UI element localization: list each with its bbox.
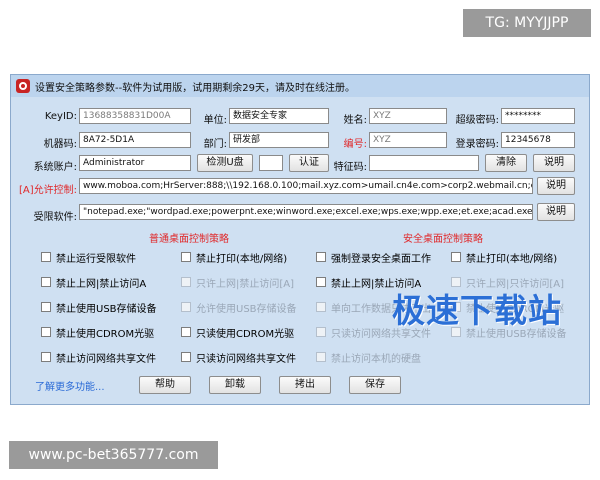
- download-site-logo: 极速下载站: [392, 291, 562, 330]
- normal-right-checkbox-1[interactable]: 禁止打印(本地/网络): [181, 250, 288, 265]
- normal-right-checkbox-4[interactable]: 只读使用CDROM光驱: [181, 325, 295, 340]
- normal-left-checkbox-1[interactable]: 禁止运行受限软件: [41, 250, 136, 265]
- help-button-feature[interactable]: 说明: [533, 154, 575, 172]
- dept-field[interactable]: 研发部: [229, 132, 329, 148]
- name-field[interactable]: XYZ: [369, 108, 447, 124]
- tg-watermark: TG: MYYJJPP: [463, 9, 591, 37]
- allow-control-field[interactable]: www.moboa.com;HrServer:888;\\192.168.0.1…: [79, 178, 533, 194]
- checkbox-label: 禁止打印(本地/网络): [196, 253, 288, 265]
- checkbox-box[interactable]: [41, 352, 51, 362]
- window-title: 设置安全策略参数--软件为试用版，试用期剩余29天，请及时在线注册。: [35, 83, 355, 94]
- system-account-label: 系统账户:: [33, 162, 77, 173]
- keyid-field[interactable]: 13688358831D00A: [79, 108, 191, 124]
- checkbox-label: 禁止打印(本地/网络): [466, 253, 558, 265]
- uninstall-button[interactable]: 卸载: [209, 376, 261, 394]
- normal-left-checkbox-4[interactable]: 禁止使用CDROM光驱: [41, 325, 155, 340]
- title-bar: 设置安全策略参数--软件为试用版，试用期剩余29天，请及时在线注册。: [11, 75, 589, 97]
- allow-control-label: [A]允许控制:: [18, 185, 77, 196]
- checkbox-label: 禁止访问网络共享文件: [56, 353, 156, 365]
- checkbox-box[interactable]: [451, 252, 461, 262]
- checkbox-box[interactable]: [316, 302, 326, 312]
- normal-left-checkbox-2[interactable]: 禁止上网|禁止访问A: [41, 275, 147, 290]
- checkbox-label: 禁止访问本机的硬盘: [331, 353, 421, 365]
- checkbox-label: 禁止上网|禁止访问A: [56, 278, 147, 290]
- shield-icon: [16, 79, 30, 93]
- checkbox-box[interactable]: [41, 277, 51, 287]
- login-password-label: 登录密码:: [455, 139, 499, 150]
- site-watermark: www.pc-bet365777.com: [9, 441, 218, 469]
- login-password-field[interactable]: 12345678: [501, 132, 575, 148]
- super-password-label: 超级密码:: [455, 115, 499, 126]
- super-password-field[interactable]: ********: [501, 108, 575, 124]
- limited-software-field[interactable]: "notepad.exe;"wordpad.exe;powerpnt.exe;w…: [79, 204, 533, 220]
- checkbox-label: 禁止使用USB存储设备: [56, 303, 157, 315]
- normal-policy-title: 普通桌面控制策略: [149, 234, 229, 245]
- checkbox-box[interactable]: [316, 277, 326, 287]
- normal-right-checkbox-5[interactable]: 只读访问网络共享文件: [181, 350, 296, 365]
- feature-code-label: 特征码:: [333, 162, 367, 173]
- number-label: 编号:: [343, 139, 367, 150]
- logout-button[interactable]: 拷出: [279, 376, 331, 394]
- keyid-label: KeyID:: [44, 111, 77, 122]
- save-button[interactable]: 保存: [349, 376, 401, 394]
- unit-field[interactable]: 数据安全专家: [229, 108, 329, 124]
- detect-usb-button[interactable]: 检测U盘: [197, 154, 253, 172]
- machine-code-label: 机器码:: [43, 139, 77, 150]
- checkbox-box[interactable]: [181, 252, 191, 262]
- checkbox-label: 禁止运行受限软件: [56, 253, 136, 265]
- checkbox-box[interactable]: [181, 352, 191, 362]
- secure-left-checkbox-5[interactable]: 禁止访问本机的硬盘: [316, 350, 421, 365]
- checkbox-label: 允许使用USB存储设备: [196, 303, 297, 315]
- checkbox-label: 禁止使用CDROM光驱: [56, 328, 155, 340]
- secure-left-checkbox-1[interactable]: 强制登录安全桌面工作: [316, 250, 431, 265]
- security-policy-dialog: 设置安全策略参数--软件为试用版，试用期剩余29天，请及时在线注册。 KeyID…: [10, 74, 590, 405]
- help-button-limited[interactable]: 说明: [537, 203, 575, 221]
- checkbox-label: 只许上网|禁止访问[A]: [196, 278, 295, 290]
- clear-button[interactable]: 清除: [485, 154, 527, 172]
- checkbox-box[interactable]: [181, 302, 191, 312]
- checkbox-box[interactable]: [41, 252, 51, 262]
- learn-more-link[interactable]: 了解更多功能...: [35, 378, 105, 393]
- unit-label: 单位:: [203, 115, 227, 126]
- checkbox-box[interactable]: [316, 252, 326, 262]
- help-button[interactable]: 帮助: [139, 376, 191, 394]
- checkbox-box[interactable]: [41, 302, 51, 312]
- usb-code-field[interactable]: [259, 155, 283, 171]
- auth-button[interactable]: 认证: [289, 154, 329, 172]
- dept-label: 部门:: [203, 139, 227, 150]
- normal-left-checkbox-3[interactable]: 禁止使用USB存储设备: [41, 300, 157, 315]
- feature-code-field[interactable]: [369, 155, 479, 171]
- normal-right-checkbox-2[interactable]: 只许上网|禁止访问[A]: [181, 275, 295, 290]
- checkbox-box[interactable]: [41, 327, 51, 337]
- checkbox-box[interactable]: [181, 277, 191, 287]
- machine-code-field[interactable]: 8A72-5D1A: [79, 132, 191, 148]
- help-button-allow[interactable]: 说明: [537, 177, 575, 195]
- checkbox-box[interactable]: [316, 352, 326, 362]
- checkbox-box[interactable]: [316, 327, 326, 337]
- normal-right-checkbox-3[interactable]: 允许使用USB存储设备: [181, 300, 297, 315]
- secure-policy-title: 安全桌面控制策略: [403, 234, 483, 245]
- number-field[interactable]: XYZ: [369, 132, 447, 148]
- checkbox-label: 只读访问网络共享文件: [196, 353, 296, 365]
- name-label: 姓名:: [343, 115, 367, 126]
- secure-right-checkbox-1[interactable]: 禁止打印(本地/网络): [451, 250, 558, 265]
- system-account-field[interactable]: Administrator: [79, 155, 191, 171]
- checkbox-label: 只读使用CDROM光驱: [196, 328, 295, 340]
- checkbox-box[interactable]: [181, 327, 191, 337]
- limited-software-label: 受限软件:: [33, 212, 77, 223]
- checkbox-label: 强制登录安全桌面工作: [331, 253, 431, 265]
- normal-left-checkbox-5[interactable]: 禁止访问网络共享文件: [41, 350, 156, 365]
